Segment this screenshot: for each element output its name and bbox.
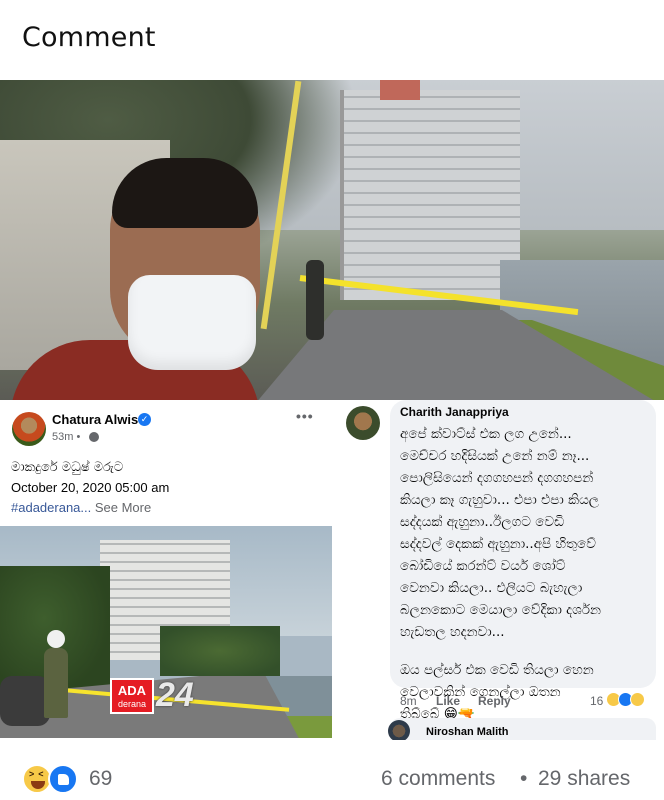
comment-line: පොලිසියෙන් දගගහපන් දගගහපන් <box>400 470 594 486</box>
post-photo-hospital[interactable]: ADA derana 24 <box>0 526 332 738</box>
post-photo-selfie[interactable] <box>0 80 664 400</box>
photo-person-hair <box>112 158 258 228</box>
photo-building <box>340 90 520 300</box>
comment-screenshot[interactable]: Charith Janappriya අපේ ක්වාට්ස් එක ලග උන… <box>332 400 664 742</box>
photo-motorbike <box>0 676 50 726</box>
photo-officer <box>306 260 324 340</box>
logo-channel: 24 <box>156 676 194 714</box>
comment-line: කියලා කෑ ගැහුවා... එපා එපා කියල <box>400 492 600 508</box>
post-hashtag-line: #adaderana... See More <box>11 500 151 515</box>
post-timestamp[interactable]: 53m • <box>52 431 80 443</box>
wow-mini-icon <box>630 692 645 707</box>
photo-face-mask <box>128 275 256 370</box>
comment-line: හැඩතල හදනවා... <box>400 624 505 640</box>
hashtag-link[interactable]: #adaderana... <box>11 500 91 515</box>
reaction-count[interactable]: 69 <box>89 767 112 791</box>
avatar[interactable] <box>12 412 46 446</box>
globe-icon <box>89 432 99 442</box>
comment-line: වෙනවා කියලා.. එලියට බැහැලා <box>400 580 583 596</box>
photo-officer-helmet <box>47 630 65 648</box>
comment-reactions[interactable] <box>606 692 656 708</box>
comment-line: සද්දයක් ඇහුනා..ඊලගට වෙඩි <box>400 514 565 530</box>
photo-officer <box>44 648 68 718</box>
header: Comment <box>0 0 664 80</box>
comment-line: සද්දවල් දෙකක් ඇහුනා..අපි හිතුවේ <box>400 536 596 552</box>
post-text-date: October 20, 2020 05:00 am <box>11 480 170 495</box>
shares-count[interactable]: 29 shares <box>538 767 630 791</box>
comment-line: ඔය පල්සර් එක වෙඩි තියලා හෙන <box>400 662 594 678</box>
more-options-icon[interactable]: ••• <box>296 408 314 424</box>
post-author[interactable]: Chatura Alwis <box>52 412 138 427</box>
comments-count[interactable]: 6 comments <box>381 767 495 791</box>
comment-reply-button[interactable]: Reply <box>478 694 511 708</box>
avatar[interactable] <box>346 406 380 440</box>
reply-author[interactable]: Niroshan Malith <box>426 726 509 738</box>
comment-line: අපේ ක්වාට්ස් එක ලග උනේ... <box>400 426 572 442</box>
post-footer: 69 6 comments • 29 shares <box>0 740 664 800</box>
see-more-link[interactable]: See More <box>91 500 151 515</box>
post-text-line1: මාකදුරේ මධුෂ් මරුට <box>11 460 124 475</box>
photo-trees <box>160 626 280 676</box>
like-reaction-icon[interactable] <box>48 764 78 794</box>
page-title: Comment <box>22 22 156 53</box>
separator-dot: • <box>520 767 528 790</box>
comment-line: බලනකොට මෙයාලා වේදිකා දර්ශන <box>400 602 601 618</box>
logo-sub: derana <box>117 699 147 709</box>
comment-text: අපේ ක්වාට්ස් එක ලග උනේ... මෙච්චර හදිසියක… <box>400 423 650 725</box>
verified-badge-icon: ✓ <box>138 413 151 426</box>
comment-line: බෝඩියේ කරන්ට් වයර් ශෝට් <box>400 558 566 574</box>
logo-brand: ADA <box>117 683 147 698</box>
ada-derana-logo: ADA derana <box>110 678 154 714</box>
comment-time[interactable]: 8m <box>400 694 417 708</box>
post-screenshot[interactable]: Chatura Alwis ✓ 53m • ••• මාකදුරේ මධුෂ් … <box>0 400 332 740</box>
comment-author[interactable]: Charith Janappriya <box>400 405 509 419</box>
comment-line: මෙච්චර හදිසියක් උනේ නම් නෑ... <box>400 448 590 464</box>
comment-like-button[interactable]: Like <box>436 694 460 708</box>
comment-reaction-count[interactable]: 16 <box>590 694 603 708</box>
photo-building-top <box>380 80 420 100</box>
avatar[interactable] <box>388 720 410 742</box>
